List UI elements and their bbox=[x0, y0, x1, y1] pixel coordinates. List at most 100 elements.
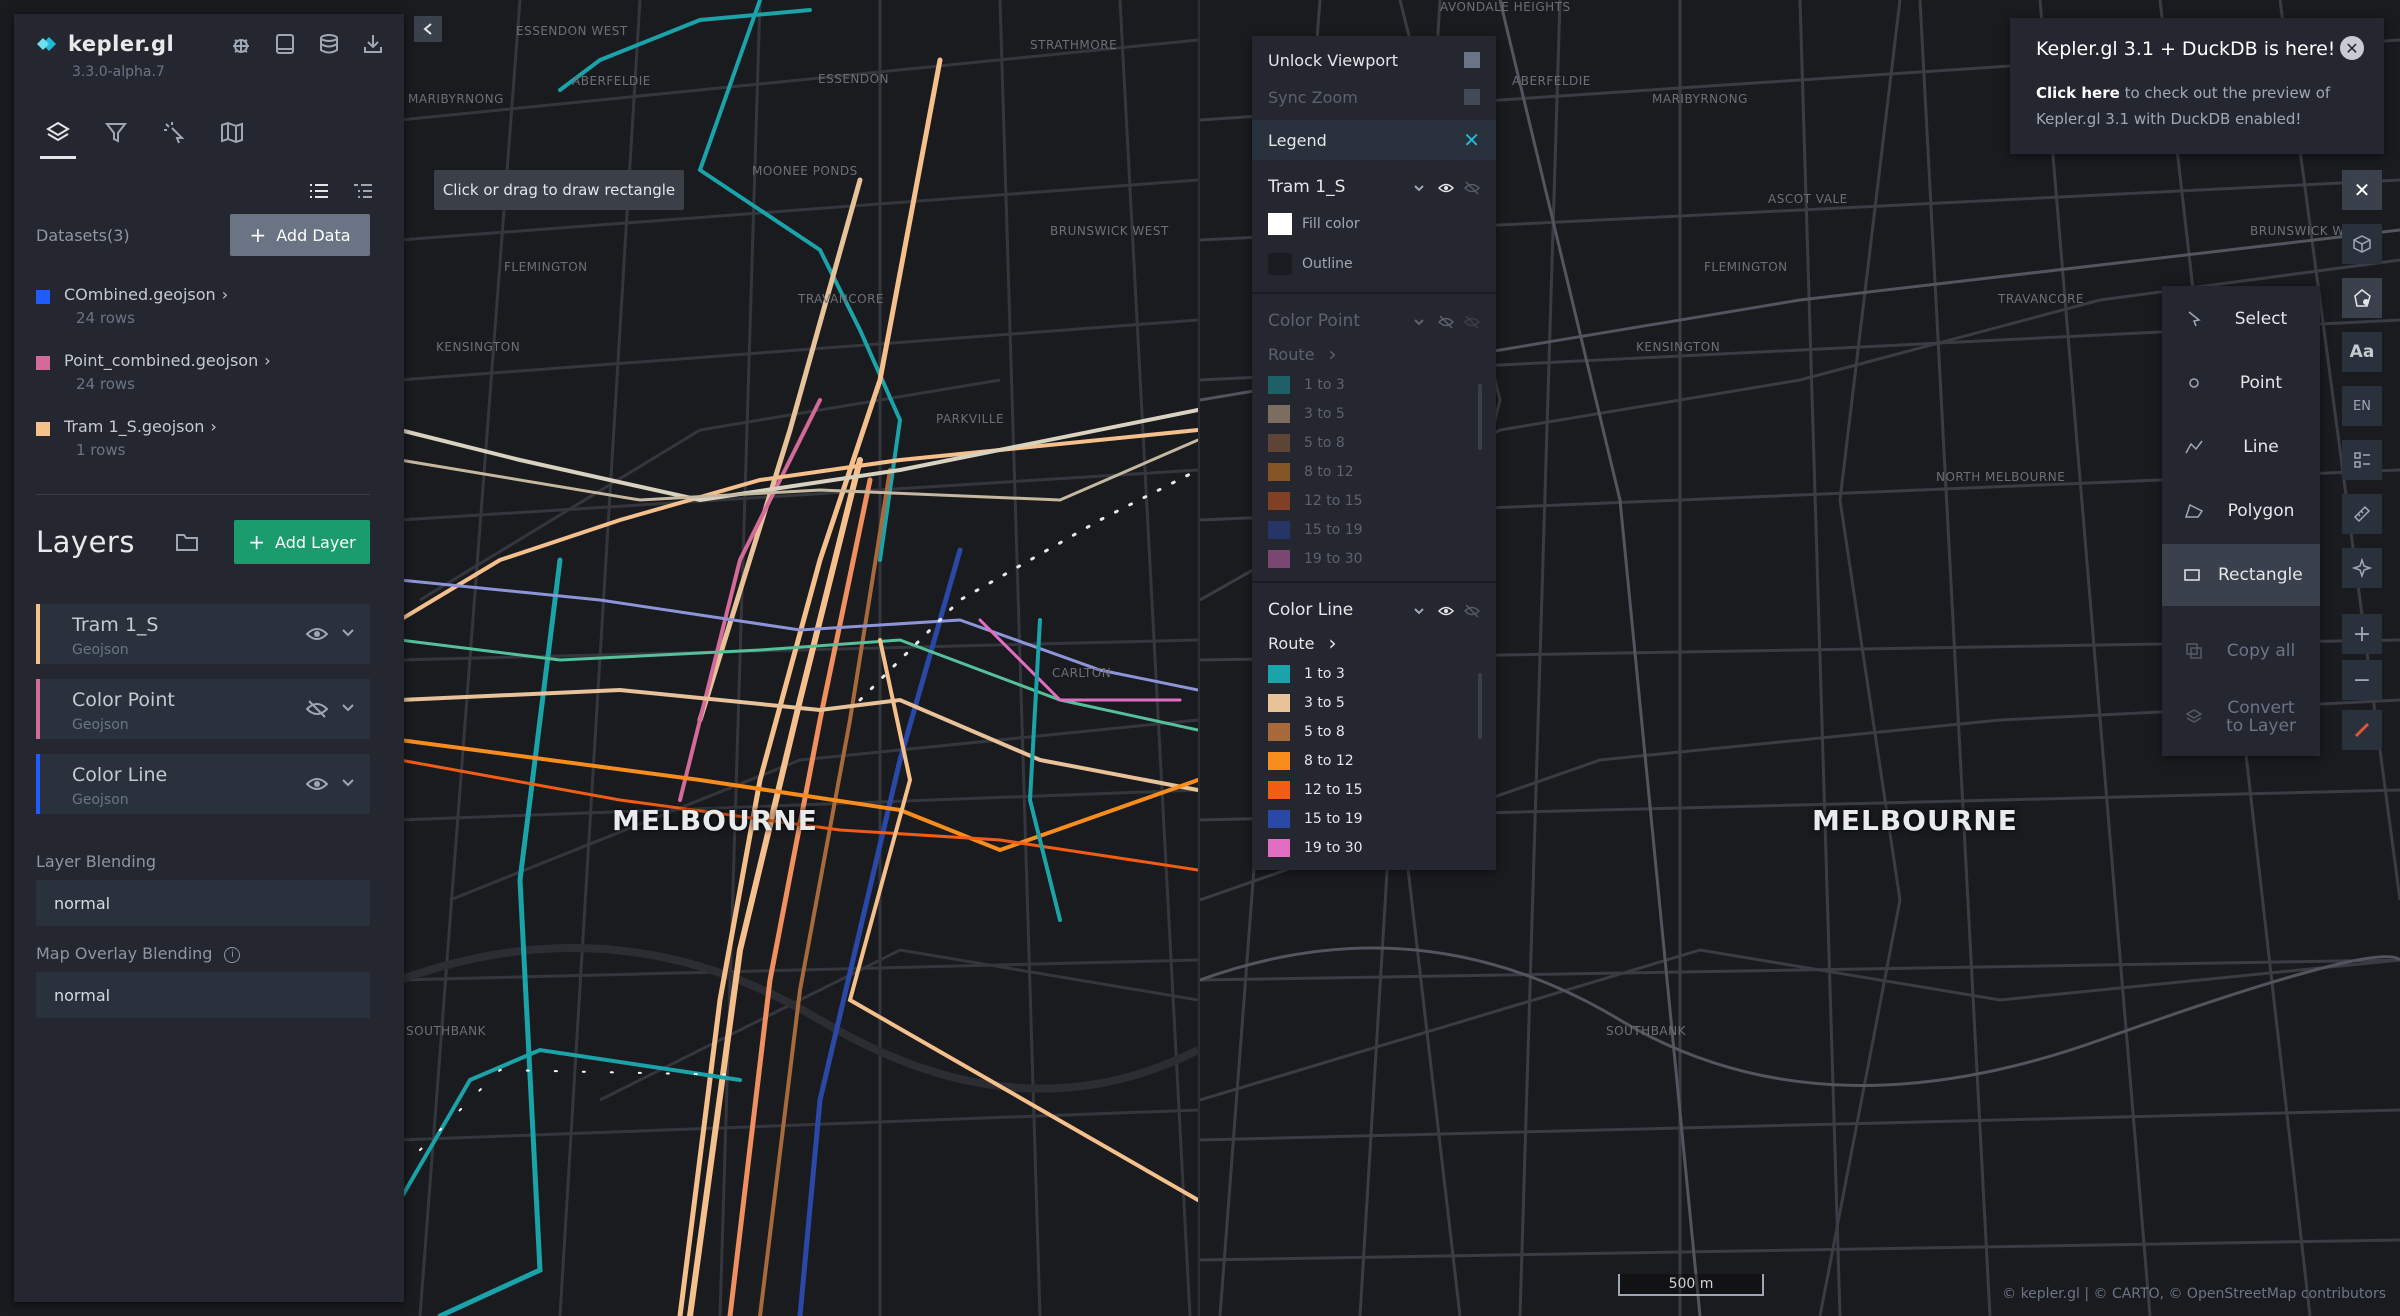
close-icon[interactable]: ✕ bbox=[1463, 128, 1480, 152]
draw-point-item[interactable]: Point bbox=[2162, 352, 2320, 414]
language-button[interactable]: EN bbox=[2342, 386, 2382, 426]
layer-blending-select[interactable]: normal bbox=[36, 880, 370, 926]
kepler-logo-icon bbox=[34, 34, 60, 54]
convert-to-layer-item[interactable]: Convert to Layer bbox=[2162, 686, 2320, 748]
storage-icon[interactable] bbox=[318, 32, 340, 56]
collapse-sidebar-button[interactable] bbox=[414, 16, 442, 42]
layer-name[interactable]: Color Line bbox=[72, 764, 167, 786]
dataset-name[interactable]: Point_combined.geojson bbox=[64, 351, 258, 370]
layer-item[interactable]: Color Point Geojson bbox=[36, 679, 370, 739]
draw-line-item[interactable]: Line bbox=[2162, 416, 2320, 478]
tab-basemap-icon[interactable] bbox=[220, 120, 244, 148]
ruler-button[interactable] bbox=[2342, 494, 2382, 534]
layer-type: Geojson bbox=[72, 792, 129, 808]
layer-item[interactable]: Color Line Geojson bbox=[36, 754, 370, 814]
legend-button[interactable] bbox=[2342, 440, 2382, 480]
sync-zoom-row[interactable]: Sync Zoom bbox=[1252, 80, 1496, 114]
chevron-down-icon[interactable] bbox=[1412, 603, 1428, 617]
dataset-color-swatch bbox=[36, 422, 50, 436]
3d-view-button[interactable] bbox=[2342, 224, 2382, 264]
overlay-blending-select[interactable]: normal bbox=[36, 972, 370, 1018]
eye-icon[interactable] bbox=[1437, 603, 1455, 617]
tab-layers-icon[interactable] bbox=[40, 120, 76, 159]
chevron-down-icon[interactable] bbox=[340, 625, 356, 641]
draw-rectangle-item[interactable]: Rectangle bbox=[2162, 544, 2320, 606]
legend-items: 1 to 3 3 to 5 5 to 8 8 to 12 12 to 15 15… bbox=[1252, 659, 1496, 862]
folder-icon[interactable] bbox=[175, 531, 199, 553]
map-label: CARLTON bbox=[1052, 666, 1112, 680]
draw-polygon-item[interactable]: Polygon bbox=[2162, 480, 2320, 542]
copy-all-item[interactable]: Copy all bbox=[2162, 620, 2320, 682]
text-icon: Aa bbox=[2349, 342, 2375, 362]
info-icon[interactable]: i bbox=[224, 946, 241, 963]
cube-icon bbox=[2353, 235, 2371, 253]
legend-item-label: 5 to 8 bbox=[1304, 434, 1345, 451]
grouped-view-icon[interactable] bbox=[352, 182, 374, 204]
legend-items: 1 to 3 3 to 5 5 to 8 8 to 12 12 to 15 15… bbox=[1252, 370, 1496, 573]
app-name: kepler.gl bbox=[68, 32, 175, 56]
bug-report-icon[interactable] bbox=[230, 32, 252, 56]
chevron-down-icon[interactable] bbox=[340, 700, 356, 716]
map-label: MARIBYRNONG bbox=[408, 92, 504, 106]
draw-item-label: Line bbox=[2243, 437, 2279, 457]
unlock-viewport-checkbox[interactable] bbox=[1464, 52, 1480, 68]
legend-route[interactable]: Route › bbox=[1252, 627, 1496, 659]
sync-zoom-checkbox[interactable] bbox=[1464, 89, 1480, 105]
draw-select-item[interactable]: Select bbox=[2162, 288, 2320, 350]
city-label-right: MELBOURNE bbox=[1812, 804, 2018, 837]
dataset-name[interactable]: COmbined.geojson bbox=[64, 285, 216, 304]
map-label: MOONEE PONDS bbox=[752, 164, 858, 178]
legend-item-label: 8 to 12 bbox=[1304, 752, 1354, 769]
dataset-item[interactable]: Point_combined.geojson › 24 rows bbox=[36, 348, 382, 414]
legend-item: 12 to 15 bbox=[1252, 775, 1496, 804]
dataset-name[interactable]: Tram 1_S.geojson bbox=[64, 417, 204, 436]
ai-assistant-button[interactable] bbox=[2342, 548, 2382, 588]
dataset-item[interactable]: COmbined.geojson › 24 rows bbox=[36, 282, 382, 348]
docs-icon[interactable] bbox=[274, 32, 296, 56]
eye-icon[interactable] bbox=[305, 774, 329, 794]
layer-color-bar bbox=[36, 754, 40, 814]
add-layer-button[interactable]: + Add Layer bbox=[234, 520, 370, 564]
eye-off-icon[interactable] bbox=[1463, 603, 1481, 618]
dataset-item[interactable]: Tram 1_S.geojson › 1 rows bbox=[36, 414, 382, 480]
zoom-in-button[interactable]: + bbox=[2342, 614, 2382, 654]
legend-scrollbar[interactable] bbox=[1478, 384, 1482, 450]
tab-interactions-icon[interactable] bbox=[162, 120, 186, 148]
zoom-out-button[interactable]: − bbox=[2342, 660, 2382, 700]
unlock-viewport-row[interactable]: Unlock Viewport bbox=[1252, 40, 1496, 80]
eye-icon[interactable] bbox=[305, 624, 329, 644]
eye-icon[interactable] bbox=[1437, 180, 1455, 194]
legend-route[interactable]: Route › bbox=[1252, 338, 1496, 370]
chevron-down-icon[interactable] bbox=[1412, 314, 1428, 328]
layer-name[interactable]: Color Point bbox=[72, 689, 175, 711]
list-view-icon[interactable] bbox=[308, 182, 330, 204]
add-data-button[interactable]: + Add Data bbox=[230, 214, 370, 256]
chevron-right-icon: › bbox=[264, 351, 271, 370]
close-icon[interactable]: ✕ bbox=[2340, 36, 2364, 60]
eye-off-icon[interactable] bbox=[305, 699, 329, 719]
map-label: ASCOT VALE bbox=[1768, 192, 1848, 206]
draw-polygon-button[interactable] bbox=[2342, 278, 2382, 318]
chevron-down-icon[interactable] bbox=[340, 775, 356, 791]
chevron-down-icon[interactable] bbox=[1412, 180, 1428, 194]
eye-off-icon[interactable] bbox=[1437, 314, 1455, 329]
legend-item-label: 12 to 15 bbox=[1304, 781, 1363, 798]
tab-filters-icon[interactable] bbox=[104, 120, 128, 148]
legend-item-label: 3 to 5 bbox=[1304, 405, 1345, 422]
layer-item[interactable]: Tram 1_S Geojson bbox=[36, 604, 370, 664]
export-icon[interactable] bbox=[362, 32, 384, 56]
dataset-color-swatch bbox=[36, 290, 50, 304]
layer-name[interactable]: Tram 1_S bbox=[72, 614, 158, 636]
legend-scrollbar[interactable] bbox=[1478, 673, 1482, 739]
overlay-blending-value: normal bbox=[54, 986, 111, 1005]
map-attribution[interactable]: © kepler.gl | © CARTO, © OpenStreetMap c… bbox=[2002, 1286, 2386, 1302]
layer-type: Geojson bbox=[72, 717, 129, 733]
notification-link[interactable]: Click here bbox=[2036, 84, 2120, 102]
compass-button[interactable] bbox=[2342, 710, 2382, 750]
map-labels-button[interactable]: Aa bbox=[2342, 332, 2382, 372]
eye-off-icon[interactable] bbox=[1463, 314, 1481, 329]
close-split-button[interactable]: ✕ bbox=[2342, 170, 2382, 210]
datasets-header: Datasets(3) + Add Data bbox=[36, 214, 370, 256]
eye-off-icon[interactable] bbox=[1463, 180, 1481, 195]
legend-swatch bbox=[1268, 375, 1290, 394]
